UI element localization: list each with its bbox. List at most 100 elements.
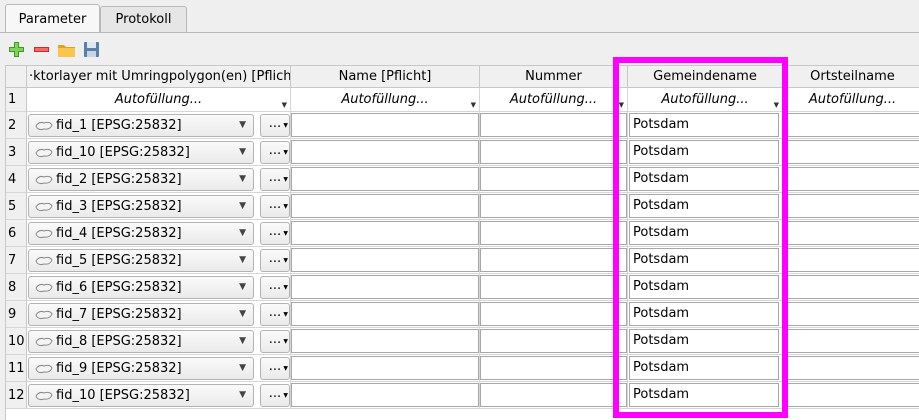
gemeindename-input[interactable]: Potsdam [629, 383, 779, 407]
layer-select[interactable]: fid_3 [EPSG:25832] ▼ [28, 195, 254, 218]
browse-button[interactable]: ... ▼ [260, 276, 290, 299]
nummer-input[interactable] [480, 113, 627, 137]
name-input[interactable] [291, 275, 479, 299]
ortsteilname-input[interactable] [783, 302, 919, 326]
autofill-nummer[interactable]: Autofüllung... ▼ [480, 88, 628, 112]
table-row-nummer-cell [480, 274, 628, 301]
ortsteilname-input[interactable] [783, 140, 919, 164]
table-row-ortsteil-cell [783, 220, 919, 247]
autofill-vektorlayer[interactable]: Autofüllung... ▼ [27, 88, 291, 112]
ortsteilname-input[interactable] [783, 356, 919, 380]
ortsteilname-input[interactable] [783, 329, 919, 353]
layer-select[interactable]: fid_2 [EPSG:25832] ▼ [28, 168, 254, 191]
ortsteilname-input[interactable] [783, 275, 919, 299]
nummer-input[interactable] [480, 221, 627, 245]
tab-protokoll[interactable]: Protokoll [100, 6, 187, 32]
gemeindename-input[interactable]: Potsdam [629, 356, 779, 380]
layer-select[interactable]: fid_4 [EPSG:25832] ▼ [28, 222, 254, 245]
browse-button[interactable]: ... ▼ [260, 195, 290, 218]
gemeindename-input[interactable]: Potsdam [629, 275, 779, 299]
name-input[interactable] [291, 383, 479, 407]
gemeindename-value: Potsdam [633, 360, 690, 375]
gemeindename-input[interactable]: Potsdam [629, 167, 779, 191]
chevron-down-icon: ▼ [239, 174, 246, 184]
layer-select[interactable]: fid_9 [EPSG:25832] ▼ [28, 357, 254, 380]
nummer-input[interactable] [480, 329, 627, 353]
gemeindename-input[interactable]: Potsdam [629, 113, 779, 137]
layer-select[interactable]: fid_6 [EPSG:25832] ▼ [28, 276, 254, 299]
browse-button-label: ... [268, 251, 282, 266]
polygon-layer-icon [35, 310, 53, 319]
table-row-name-cell [291, 328, 480, 355]
layer-select[interactable]: fid_1 [EPSG:25832] ▼ [28, 114, 254, 137]
gemeindename-input[interactable]: Potsdam [629, 329, 779, 353]
layer-select[interactable]: fid_10 [EPSG:25832] ▼ [28, 384, 254, 407]
ortsteilname-input[interactable] [783, 221, 919, 245]
autofill-label: Autofüllung... [509, 92, 598, 107]
name-input[interactable] [291, 356, 479, 380]
ortsteilname-input[interactable] [783, 113, 919, 137]
row-number-label: 6 [8, 225, 17, 241]
save-button[interactable] [81, 39, 102, 60]
browse-button[interactable]: ... ▼ [260, 114, 290, 137]
polygon-layer-icon [35, 121, 53, 130]
remove-row-button[interactable] [31, 39, 52, 60]
nummer-input[interactable] [480, 140, 627, 164]
browse-button[interactable]: ... ▼ [260, 357, 290, 380]
browse-button-label: ... [268, 116, 282, 131]
layer-select[interactable]: fid_10 [EPSG:25832] ▼ [28, 141, 254, 164]
ortsteilname-input[interactable] [783, 248, 919, 272]
gemeindename-value: Potsdam [633, 252, 690, 267]
name-input[interactable] [291, 221, 479, 245]
name-input[interactable] [291, 302, 479, 326]
name-input[interactable] [291, 194, 479, 218]
table-row-gemeinde-cell: Potsdam [628, 355, 783, 382]
column-header-vektorlayer[interactable]: ·ktorlayer mit Umringpolygon(en) [Pflich… [27, 66, 291, 88]
chevron-down-icon: ▼ [239, 390, 246, 400]
browse-button[interactable]: ... ▼ [260, 330, 290, 353]
nummer-input[interactable] [480, 302, 627, 326]
autofill-name[interactable]: Autofüllung... ▼ [291, 88, 480, 112]
nummer-input[interactable] [480, 167, 627, 191]
name-input[interactable] [291, 329, 479, 353]
name-input[interactable] [291, 248, 479, 272]
browse-button[interactable]: ... ▼ [260, 303, 290, 326]
nummer-input[interactable] [480, 275, 627, 299]
column-header-ortsteilname[interactable]: Ortsteilname [783, 66, 919, 88]
name-input[interactable] [291, 113, 479, 137]
ortsteilname-input[interactable] [783, 167, 919, 191]
add-row-button[interactable] [6, 39, 27, 60]
column-header-name[interactable]: Name [Pflicht] [291, 66, 480, 88]
column-header-gemeindename[interactable]: Gemeindename [628, 66, 783, 88]
table-row-layer-cell: fid_2 [EPSG:25832] ▼ ... ▼ [27, 166, 291, 193]
gemeindename-input[interactable]: Potsdam [629, 221, 779, 245]
name-input[interactable] [291, 167, 479, 191]
ortsteilname-input[interactable] [783, 383, 919, 407]
gemeindename-value: Potsdam [633, 198, 690, 213]
browse-button[interactable]: ... ▼ [260, 249, 290, 272]
open-button[interactable] [56, 39, 77, 60]
gemeindename-input[interactable]: Potsdam [629, 140, 779, 164]
nummer-input[interactable] [480, 383, 627, 407]
ortsteilname-input[interactable] [783, 194, 919, 218]
tab-parameter[interactable]: Parameter [5, 4, 100, 33]
autofill-ortsteilname[interactable]: Autofüllung... [783, 88, 919, 112]
nummer-input[interactable] [480, 356, 627, 380]
browse-button[interactable]: ... ▼ [260, 168, 290, 191]
gemeindename-input[interactable]: Potsdam [629, 194, 779, 218]
browse-button[interactable]: ... ▼ [260, 141, 290, 164]
browse-button[interactable]: ... ▼ [260, 384, 290, 407]
name-input[interactable] [291, 140, 479, 164]
autofill-gemeindename[interactable]: Autofüllung... ▼ [628, 88, 783, 112]
gemeindename-input[interactable]: Potsdam [629, 302, 779, 326]
row-number: 2 [6, 112, 27, 139]
layer-select[interactable]: fid_5 [EPSG:25832] ▼ [28, 249, 254, 272]
nummer-input[interactable] [480, 194, 627, 218]
column-header-nummer[interactable]: Nummer [480, 66, 628, 88]
nummer-input[interactable] [480, 248, 627, 272]
gemeindename-input[interactable]: Potsdam [629, 248, 779, 272]
browse-button[interactable]: ... ▼ [260, 222, 290, 245]
layer-select[interactable]: fid_7 [EPSG:25832] ▼ [28, 303, 254, 326]
layer-select[interactable]: fid_8 [EPSG:25832] ▼ [28, 330, 254, 353]
row-number: 4 [6, 166, 27, 193]
